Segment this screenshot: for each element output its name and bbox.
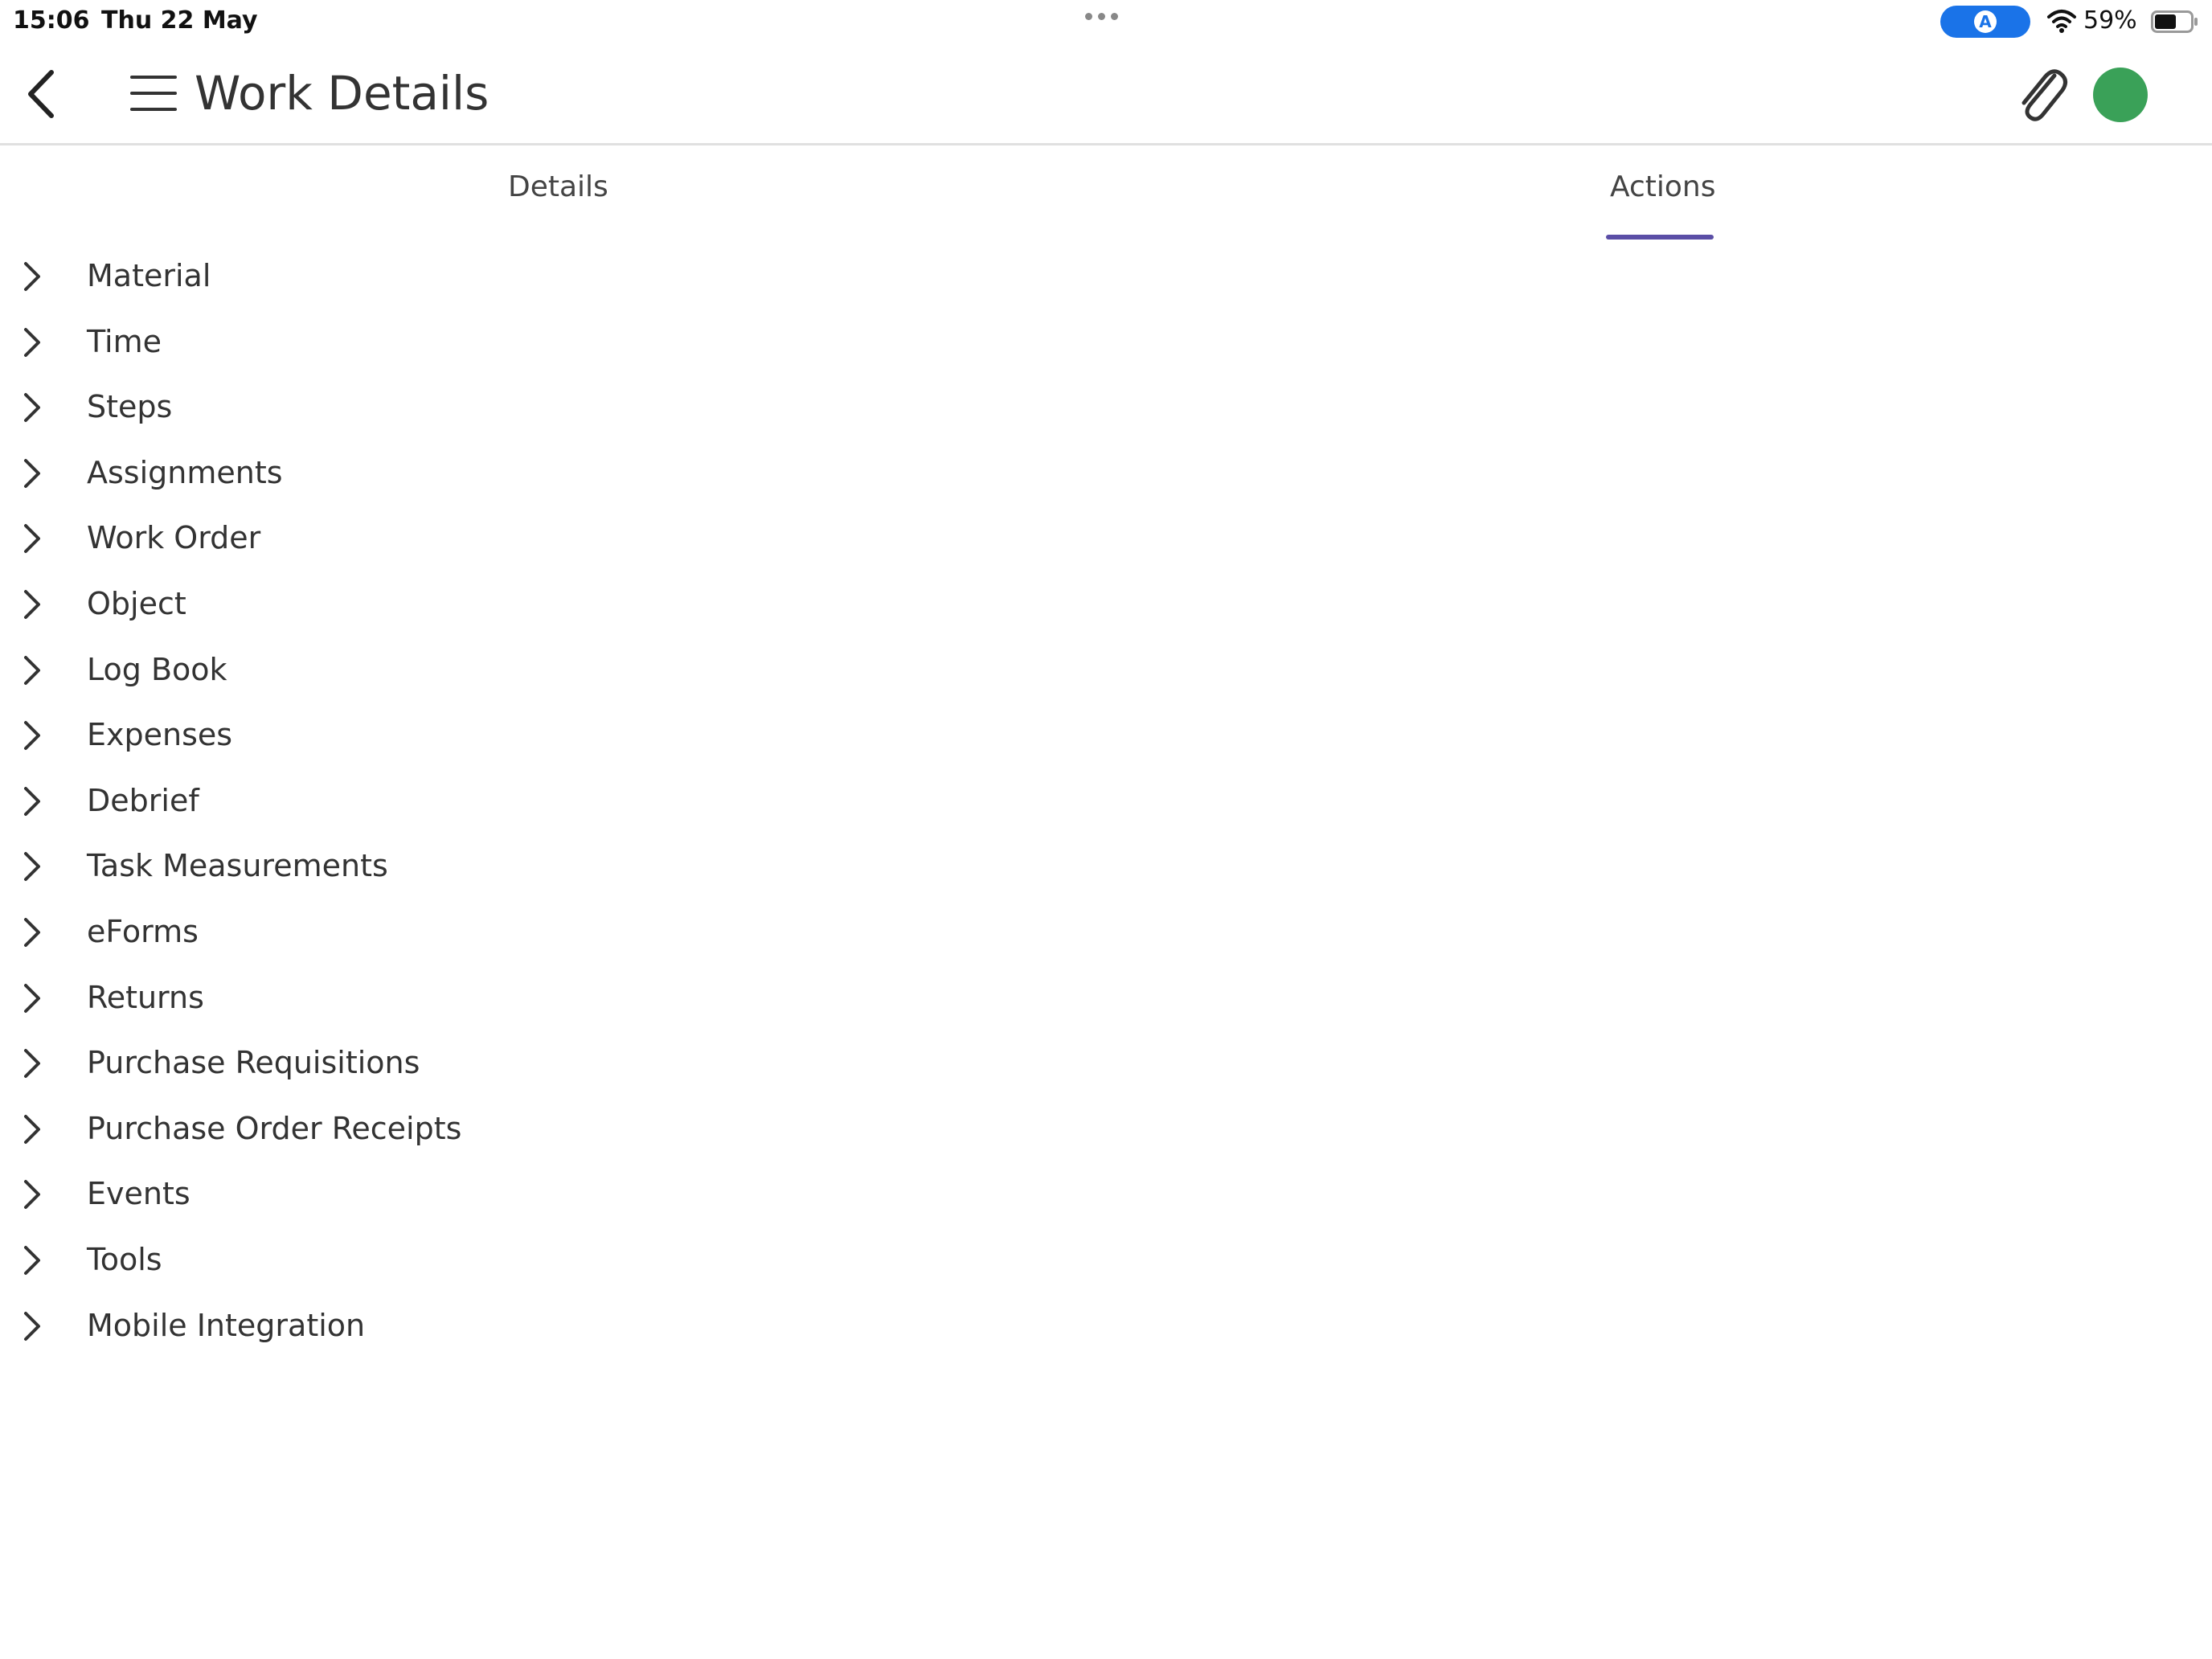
action-item-steps[interactable]: Steps <box>0 375 965 440</box>
chevron-right-icon <box>24 917 40 947</box>
chevron-left-icon[interactable] <box>21 66 63 122</box>
tab-details[interactable]: Details <box>508 170 608 203</box>
chevron-right-icon <box>24 1311 40 1341</box>
chevron-right-icon <box>24 458 40 488</box>
action-item-log-book[interactable]: Log Book <box>0 637 965 703</box>
vpn-indicator: A <box>1940 6 2030 38</box>
action-item-material[interactable]: Material <box>0 244 965 309</box>
action-item-label: Purchase Requisitions <box>87 1045 420 1081</box>
action-item-purchase-requisitions[interactable]: Purchase Requisitions <box>0 1030 965 1096</box>
active-tab-indicator <box>1606 235 1714 240</box>
battery-icon <box>2151 10 2198 33</box>
action-item-label: Assignments <box>87 454 283 490</box>
chevron-right-icon <box>24 655 40 685</box>
chevron-right-icon <box>24 721 40 751</box>
chevron-right-icon <box>24 327 40 357</box>
action-item-label: Mobile Integration <box>87 1307 366 1343</box>
chevron-right-icon <box>24 1114 40 1144</box>
chevron-right-icon <box>24 1180 40 1210</box>
paperclip-icon[interactable] <box>2013 64 2069 125</box>
action-item-label: Time <box>87 323 162 359</box>
action-item-purchase-order-receipts[interactable]: Purchase Order Receipts <box>0 1096 965 1162</box>
action-item-label: eForms <box>87 913 199 949</box>
action-item-mobile-integration[interactable]: Mobile Integration <box>0 1293 965 1359</box>
chevron-right-icon <box>24 786 40 816</box>
chevron-right-icon <box>24 262 40 291</box>
action-item-debrief[interactable]: Debrief <box>0 768 965 834</box>
actions-list: Material Time Steps Assignments Work Ord… <box>0 244 965 1358</box>
action-item-work-order[interactable]: Work Order <box>0 506 965 571</box>
action-item-time[interactable]: Time <box>0 309 965 375</box>
chevron-right-icon <box>24 1245 40 1275</box>
nav-bar: Work Details <box>0 48 2212 145</box>
action-item-returns[interactable]: Returns <box>0 965 965 1031</box>
action-item-events[interactable]: Events <box>0 1161 965 1227</box>
status-bar: 15:06 Thu 22 May A 59% <box>0 0 2212 45</box>
action-item-label: Events <box>87 1176 190 1212</box>
action-item-label: Material <box>87 258 211 293</box>
chevron-right-icon <box>24 1049 40 1079</box>
status-time: 15:06 <box>13 6 90 35</box>
chevron-right-icon <box>24 852 40 882</box>
vpn-icon: A <box>1974 10 1997 33</box>
status-date: Thu 22 May <box>101 6 258 35</box>
action-item-label: Task Measurements <box>87 848 388 884</box>
chevron-right-icon <box>24 983 40 1013</box>
tab-actions[interactable]: Actions <box>1610 170 1716 203</box>
multitasking-dots-icon[interactable] <box>1085 13 1118 20</box>
page-title: Work Details <box>195 66 490 121</box>
battery-percent: 59% <box>2083 6 2137 35</box>
action-item-object[interactable]: Object <box>0 571 965 637</box>
chevron-right-icon <box>24 589 40 619</box>
chevron-right-icon <box>24 524 40 554</box>
action-item-label: Tools <box>87 1241 162 1277</box>
action-item-label: Returns <box>87 979 204 1015</box>
status-indicator[interactable] <box>2093 68 2148 122</box>
chevron-right-icon <box>24 393 40 423</box>
action-item-label: Work Order <box>87 520 261 556</box>
action-item-label: Log Book <box>87 651 227 687</box>
action-item-label: Expenses <box>87 717 233 753</box>
action-item-label: Debrief <box>87 782 199 818</box>
action-item-assignments[interactable]: Assignments <box>0 440 965 506</box>
hamburger-menu-icon[interactable] <box>129 71 178 116</box>
action-item-expenses[interactable]: Expenses <box>0 703 965 768</box>
action-item-label: Steps <box>87 389 173 425</box>
action-item-task-measurements[interactable]: Task Measurements <box>0 834 965 899</box>
action-item-eforms[interactable]: eForms <box>0 899 965 965</box>
wifi-icon <box>2047 10 2076 33</box>
action-item-label: Purchase Order Receipts <box>87 1110 462 1146</box>
action-item-label: Object <box>87 585 186 621</box>
action-item-tools[interactable]: Tools <box>0 1227 965 1293</box>
